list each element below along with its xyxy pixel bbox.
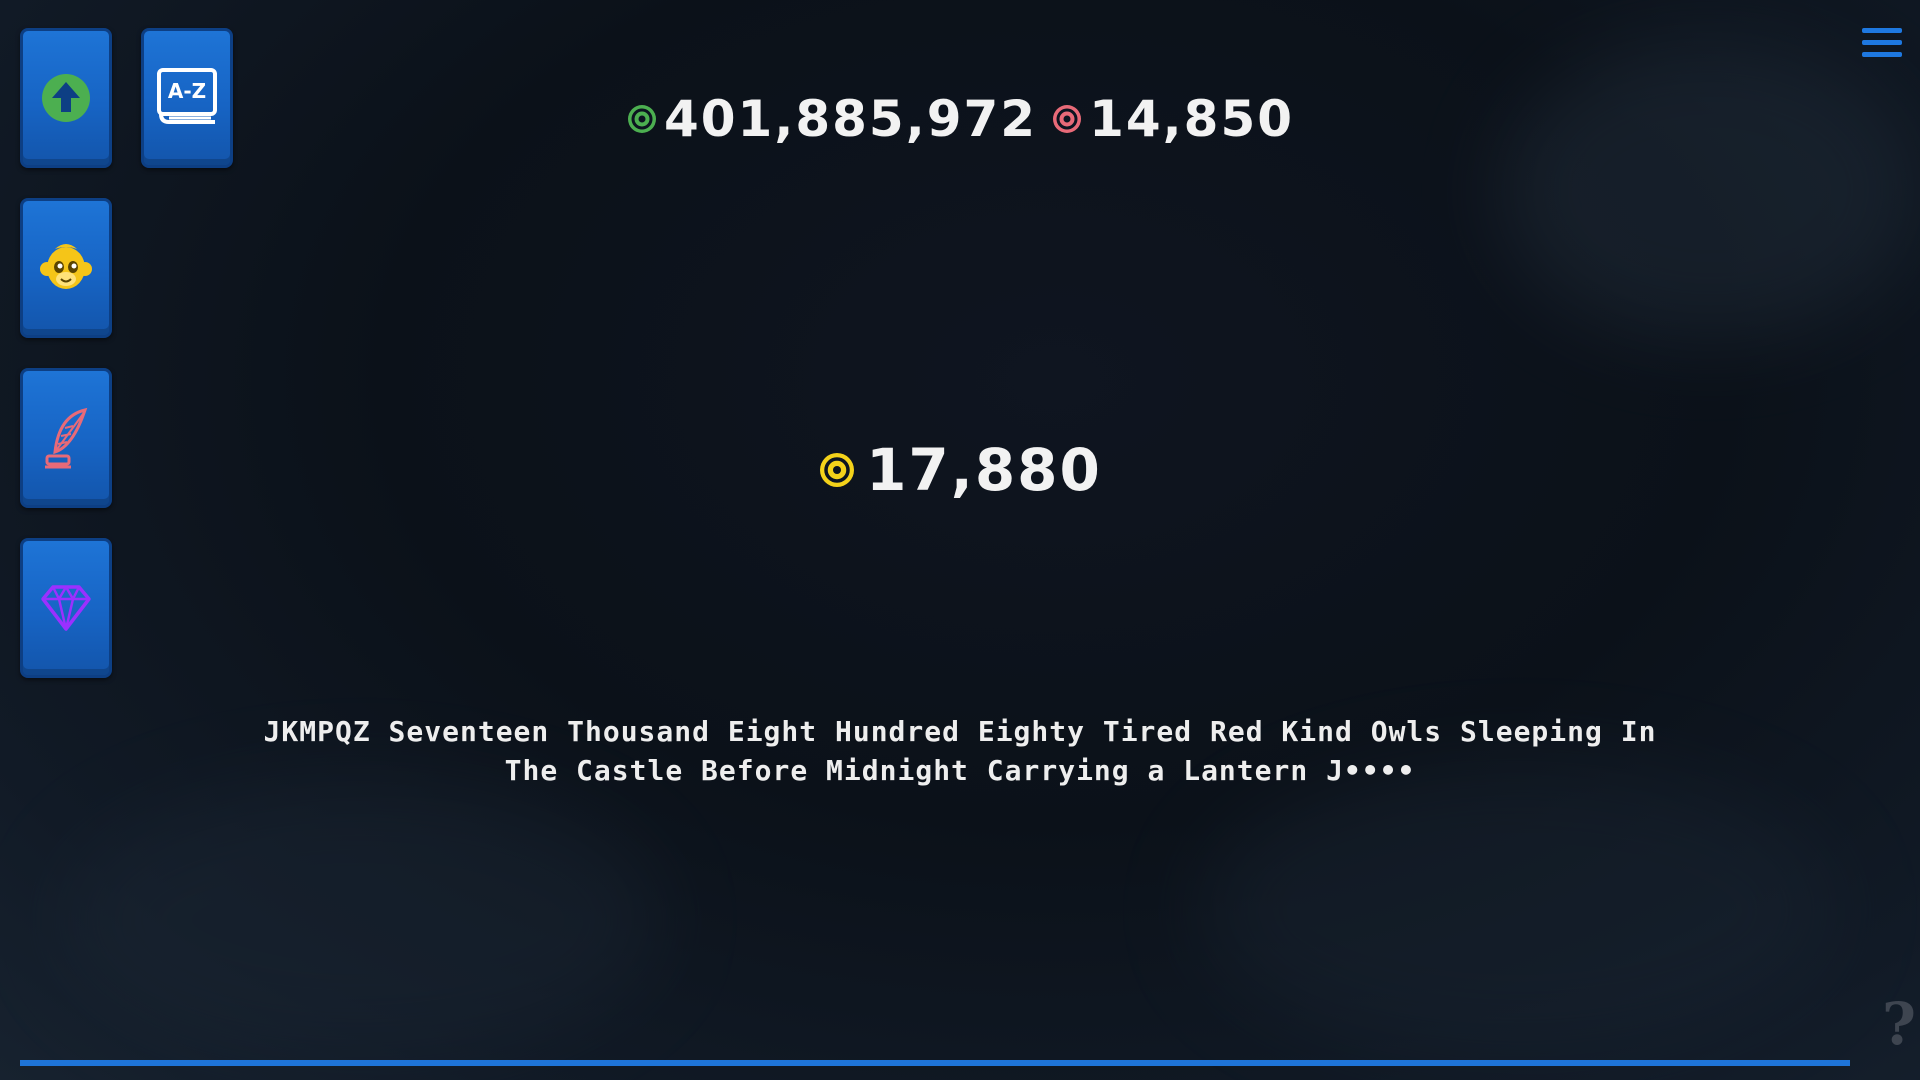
main-counter-value: 17,880 [866,436,1102,504]
currency-row: 401,885,972 14,850 [0,90,1920,148]
chalk-smudge [1200,760,1840,1060]
diamond-icon [41,585,91,631]
progress-bar [20,1060,1850,1066]
red-currency-value: 14,850 [1089,90,1295,148]
green-currency: 401,885,972 [626,90,1037,148]
main-counter: 17,880 [0,436,1920,504]
gold-target-coin-icon [820,453,855,487]
chalk-smudge [1500,40,1920,340]
monkey-button[interactable] [20,198,112,338]
sentence-line-1: JKMPQZ Seventeen Thousand Eight Hundred … [263,715,1657,748]
green-currency-value: 401,885,972 [663,90,1038,148]
sentence-line-2: The Castle Before Midnight Carrying a La… [504,754,1416,787]
progress-fill [20,1060,1850,1066]
monkey-face-icon [40,244,92,289]
question-mark-icon[interactable]: ? [1882,990,1916,1058]
green-target-coin-icon [627,105,656,133]
number-sentence: JKMPQZ Seventeen Thousand Eight Hundred … [190,712,1730,790]
red-currency: 14,850 [1051,90,1294,148]
red-target-coin-icon [1053,105,1082,133]
gem-button[interactable] [20,538,112,678]
hamburger-menu-icon[interactable] [1862,28,1902,62]
chalk-smudge [60,780,660,1060]
